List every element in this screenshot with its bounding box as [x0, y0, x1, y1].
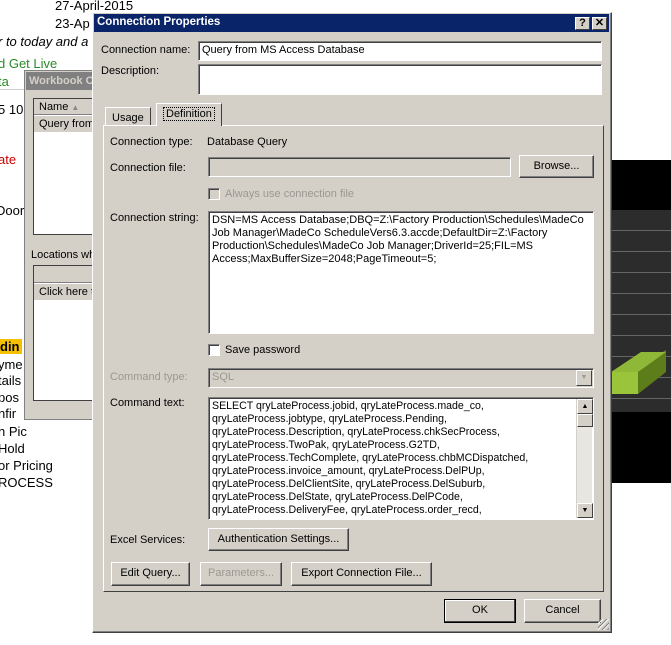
help-button[interactable]: ? [575, 17, 590, 30]
sheet-text: ROCESS [0, 475, 53, 490]
title-bar: Connection Properties ? ✕ [94, 14, 609, 32]
tab-usage[interactable]: Usage [105, 107, 151, 125]
edit-query-button[interactable]: Edit Query... [111, 562, 190, 586]
authentication-settings-button[interactable]: Authentication Settings... [208, 528, 349, 551]
browse-button[interactable]: Browse... [519, 155, 594, 178]
locations-label: Locations wh [31, 249, 96, 261]
sheet-text: nfir [0, 406, 17, 421]
cancel-button[interactable]: Cancel [524, 599, 601, 623]
connection-name-label: Connection name: [101, 44, 191, 56]
command-type-select[interactable]: SQL ▼ [208, 368, 594, 388]
ok-button[interactable]: OK [444, 599, 516, 623]
command-text-scrollbar[interactable]: ▲ ▼ [576, 399, 593, 518]
close-button[interactable]: ✕ [592, 17, 607, 30]
scroll-up-icon[interactable]: ▲ [577, 399, 593, 414]
background-image [611, 160, 671, 483]
excel-services-label: Excel Services: [110, 534, 186, 546]
sheet-text: n Pic [0, 424, 27, 439]
parameters-button[interactable]: Parameters... [200, 562, 282, 586]
chevron-down-icon[interactable]: ▼ [576, 370, 592, 386]
definition-panel: Connection type: Database Query Connecti… [103, 125, 604, 592]
connection-properties-dialog: Connection Properties ? ✕ Connection nam… [92, 12, 612, 633]
scroll-down-icon[interactable]: ▼ [577, 503, 593, 518]
sheet-text: r to today and a [0, 34, 89, 49]
resize-grip-icon[interactable] [598, 619, 609, 630]
sheet-text: 23-Ap [55, 16, 90, 31]
green-block-shape [611, 350, 667, 395]
description-label: Description: [101, 65, 160, 77]
sheet-text: ate [0, 152, 17, 167]
dialog-title: Connection Properties [97, 16, 221, 28]
description-input[interactable] [198, 64, 602, 95]
sheet-text: Door [0, 203, 25, 218]
export-connection-file-button[interactable]: Export Connection File... [291, 562, 432, 586]
command-text-label: Command text: [110, 397, 185, 409]
always-use-checkbox[interactable] [208, 188, 220, 200]
sheet-text: yme [0, 357, 23, 372]
connection-string-textarea[interactable]: DSN=MS Access Database;DBQ=Z:\Factory Pr… [208, 211, 594, 334]
sheet-text: pos [0, 390, 19, 405]
tab-definition[interactable]: Definition [156, 103, 222, 126]
sheet-text: Hold [0, 441, 25, 456]
connection-type-label: Connection type: [110, 136, 193, 148]
command-type-label: Command type: [110, 371, 188, 383]
connection-file-label: Connection file: [110, 162, 186, 174]
sheet-text: d Get Live [0, 56, 58, 71]
connection-name-input[interactable]: Query from MS Access Database [198, 41, 602, 61]
scroll-thumb[interactable] [577, 414, 593, 427]
always-use-label: Always use connection file [225, 188, 355, 200]
sheet-text: or Pricing [0, 458, 53, 473]
sheet-text: 5 10 [0, 102, 24, 117]
command-text-textarea[interactable]: SELECT qryLateProcess.jobid, qryLateProc… [208, 397, 594, 520]
sheet-text: ta [0, 74, 9, 89]
sheet-text: tails [0, 373, 22, 388]
connection-type-value: Database Query [207, 136, 288, 148]
connection-string-label: Connection string: [110, 212, 199, 224]
save-password-checkbox[interactable] [208, 344, 220, 356]
connection-file-input[interactable] [208, 157, 511, 177]
sheet-text: din [0, 339, 22, 354]
save-password-label: Save password [225, 344, 301, 356]
